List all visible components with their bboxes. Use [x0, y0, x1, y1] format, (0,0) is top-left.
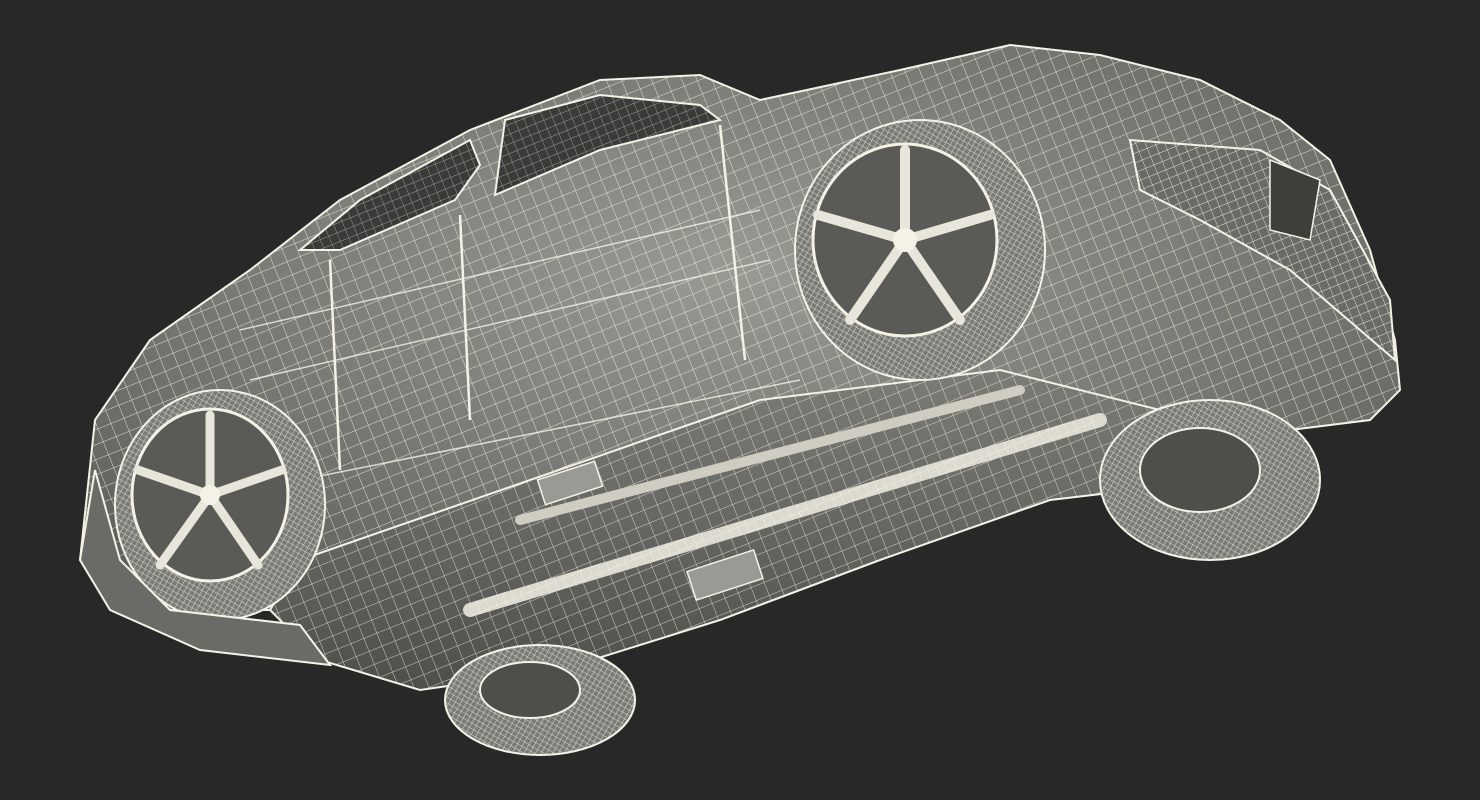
- wheel-rear-right: [1099, 399, 1321, 561]
- render-viewport: [0, 0, 1480, 800]
- wheel-front-upper: [794, 119, 1046, 381]
- wheel-front-lower: [444, 644, 636, 756]
- wireframe-car-render: [78, 43, 1402, 756]
